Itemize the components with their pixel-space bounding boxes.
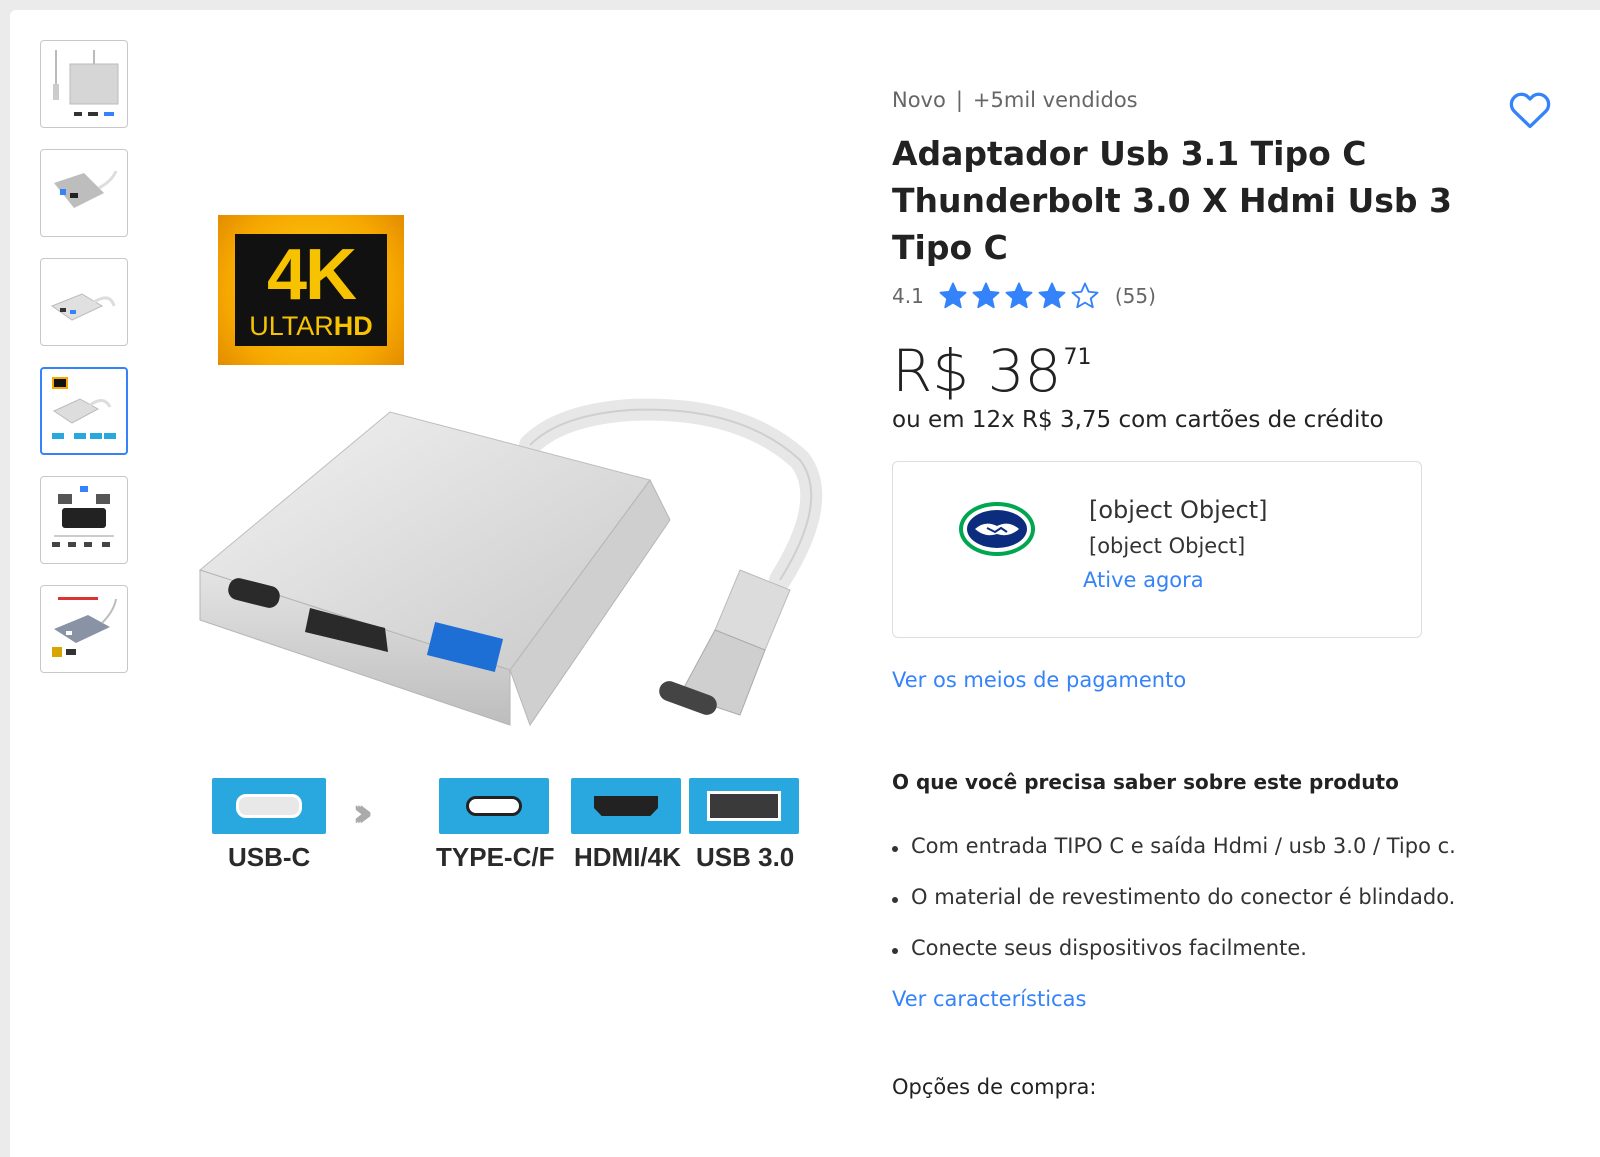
mercadopago-line1: [object Object] (1089, 496, 1268, 524)
star-filled-icon (1038, 282, 1066, 309)
rating-stars (938, 281, 1103, 311)
port-label-usb3: USB 3.0 (696, 842, 795, 872)
purchase-options-label: Opções de compra: (892, 1075, 1097, 1099)
port-label-usb-c: USB-C (228, 842, 311, 872)
thumbnail-5[interactable] (40, 476, 128, 564)
mercadopago-handshake-icon (957, 500, 1037, 562)
port-label-hdmi: HDMI/4K (574, 842, 681, 872)
adapter-illustration (198, 398, 823, 727)
thumbnail-4[interactable] (40, 367, 128, 455)
rating-row[interactable]: 4.1 (55) (892, 281, 1552, 311)
payment-methods-link[interactable]: Ver os meios de pagamento (892, 668, 1552, 692)
type-c-port-icon (439, 778, 549, 834)
product-card: 4K ULTARHD ››› USB-C TYPE-C/F HDMI/4K US… (10, 10, 1600, 1157)
feature-item: Conecte seus dispositivos facilmente. (892, 936, 1552, 960)
arrow-icon: ››› (352, 790, 374, 836)
usb3-port-icon (689, 778, 799, 834)
star-filled-icon (939, 282, 967, 309)
thumbnail-1[interactable] (40, 40, 128, 128)
product-subtitle: Novo | +5mil vendidos (892, 88, 1552, 112)
subtitle-separator: | (955, 88, 963, 112)
feature-item: O material de revestimento do conector é… (892, 885, 1552, 909)
main-product-image[interactable]: 4K ULTARHD ››› USB-C TYPE-C/F HDMI/4K US… (180, 200, 870, 900)
thumbnail-list (40, 40, 128, 694)
product-info: Novo | +5mil vendidos Adaptador Usb 3.1 Ti… (892, 88, 1552, 1099)
product-title: Adaptador Usb 3.1 Tipo C Thunderbolt 3.0… (892, 134, 1452, 267)
price-cents: 71 (1063, 345, 1092, 370)
feature-list: Com entrada TIPO C e saída Hdmi / usb 3.… (892, 834, 1552, 960)
about-section-title: O que você precisa saber sobre este prod… (892, 770, 1399, 794)
favorite-heart-icon[interactable] (1508, 88, 1552, 132)
star-filled-icon (1005, 282, 1033, 309)
see-characteristics-link[interactable]: Ver características (892, 987, 1552, 1011)
thumbnail-3[interactable] (40, 258, 128, 346)
hdmi-port-icon (571, 778, 681, 834)
price: R$ 38 71 (892, 339, 1552, 403)
usb-c-port-icon (212, 778, 326, 834)
port-legend: ››› USB-C TYPE-C/F HDMI/4K USB 3.0 (210, 778, 810, 878)
port-label-type-c: TYPE-C/F (436, 842, 555, 872)
rating-value: 4.1 (892, 284, 924, 308)
thumbnail-6[interactable] (40, 585, 128, 673)
mercadopago-box: [object Object] [object Object] Ative ag… (892, 461, 1422, 638)
installment-text: ou em 12x R$ 3,75 com cartões de crédito (892, 407, 1384, 433)
feature-item: Com entrada TIPO C e saída Hdmi / usb 3.… (892, 834, 1552, 858)
activate-now-link[interactable]: Ative agora (1083, 568, 1204, 592)
condition-label: Novo (892, 88, 946, 112)
review-count: (55) (1114, 284, 1156, 308)
star-empty-icon (1071, 282, 1099, 309)
mercadopago-line2: [object Object] (1089, 534, 1246, 558)
price-main: R$ 38 (892, 337, 1062, 405)
star-filled-icon (972, 282, 1000, 309)
thumbnail-2[interactable] (40, 149, 128, 237)
sold-count: +5mil vendidos (972, 88, 1138, 112)
